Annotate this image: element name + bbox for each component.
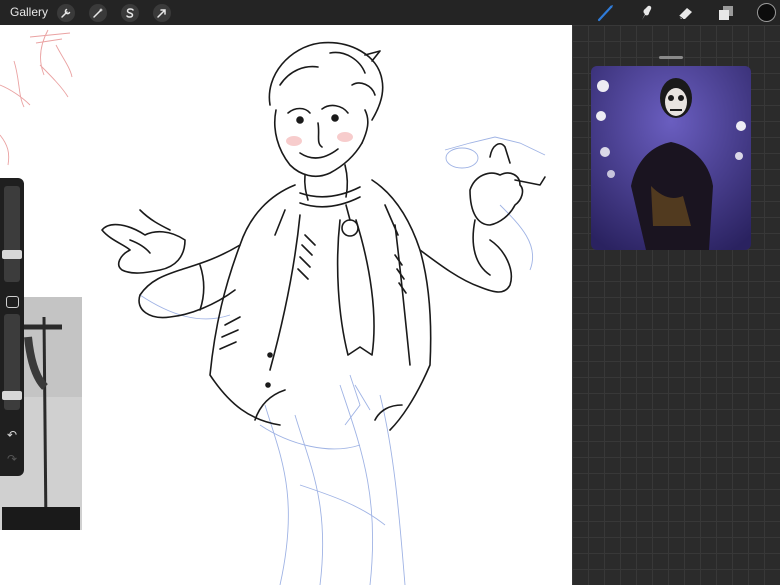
magic-wand-icon[interactable] bbox=[89, 4, 107, 22]
right-cheek-blush bbox=[337, 132, 353, 142]
undo-arrow-icon[interactable]: ↶ bbox=[4, 428, 20, 442]
wrench-icon[interactable] bbox=[57, 4, 75, 22]
reference-photo[interactable] bbox=[591, 66, 751, 250]
opacity-thumb[interactable] bbox=[2, 390, 22, 400]
color-swatch[interactable] bbox=[757, 3, 776, 22]
drawing-canvas[interactable] bbox=[0, 25, 572, 585]
reference-window-handle[interactable] bbox=[659, 56, 683, 59]
gallery-button[interactable]: Gallery bbox=[10, 5, 48, 19]
brush-sidebar: ↶ ↷ bbox=[0, 178, 24, 476]
left-cheek-blush bbox=[286, 136, 302, 146]
top-toolbar: Gallery bbox=[0, 0, 780, 25]
brush-size-slider[interactable] bbox=[4, 186, 20, 282]
redo-arrow-icon[interactable]: ↷ bbox=[4, 452, 20, 466]
modifier-square-button[interactable] bbox=[6, 296, 19, 308]
brush-size-thumb[interactable] bbox=[2, 249, 22, 259]
selection-s-icon[interactable] bbox=[121, 4, 139, 22]
eraser-icon[interactable] bbox=[676, 4, 696, 22]
layers-icon[interactable] bbox=[716, 4, 736, 22]
ink-figure bbox=[101, 41, 546, 431]
arrow-cursor-icon[interactable] bbox=[153, 4, 171, 22]
brush-icon[interactable] bbox=[596, 4, 616, 22]
smudge-finger-icon[interactable] bbox=[636, 4, 656, 22]
red-sketch bbox=[0, 29, 73, 166]
